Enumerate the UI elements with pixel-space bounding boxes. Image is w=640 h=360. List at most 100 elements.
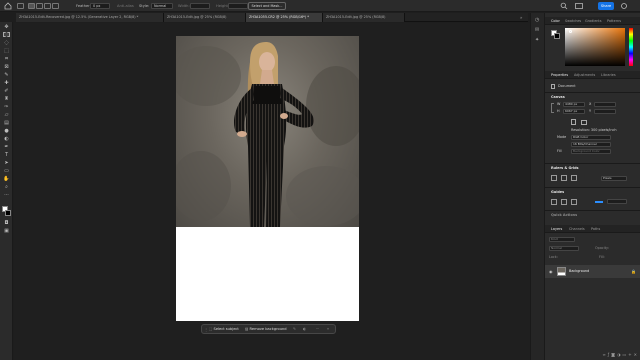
landscape-orientation-icon[interactable] — [581, 120, 587, 125]
delete-layer-icon[interactable]: ✕ — [634, 352, 639, 357]
rulers-grids-heading[interactable]: Rulers & Grids — [551, 166, 579, 171]
color-mode-select[interactable]: RGB Color — [571, 135, 611, 140]
canvas-heading[interactable]: Canvas — [551, 95, 565, 100]
pin-icon[interactable]: ⌖ — [327, 326, 329, 333]
grid-icon[interactable] — [561, 175, 567, 181]
tab-paths[interactable]: Paths — [591, 225, 600, 233]
fill-select[interactable]: Background Color — [571, 149, 611, 154]
guide-style-select[interactable] — [607, 199, 627, 204]
feather-field[interactable]: 0 px — [90, 3, 110, 9]
zoom-tool-icon[interactable]: ⌕ — [3, 184, 10, 190]
tab-patterns[interactable]: Patterns — [607, 17, 621, 25]
spot-healing-tool-icon[interactable]: ✚ — [3, 80, 10, 86]
bit-depth-select[interactable]: 16 Bits/Channel — [571, 142, 611, 147]
adjust-icon[interactable]: ◐ — [303, 326, 306, 333]
quick-mask-icon[interactable]: ◘ — [3, 220, 10, 226]
lasso-tool-icon[interactable]: ◌ — [3, 40, 10, 46]
guides-heading[interactable]: Guides — [551, 190, 564, 195]
tab-adjustments[interactable]: Adjustments — [574, 71, 595, 79]
search-icon[interactable] — [560, 2, 568, 10]
more-options-icon[interactable]: ··· — [316, 326, 319, 333]
subtract-selection-icon[interactable] — [44, 3, 51, 9]
blend-mode-select[interactable]: Normal — [549, 246, 579, 251]
ruler-units-select[interactable]: Pixels — [601, 176, 627, 181]
style-select[interactable]: Normal — [151, 3, 173, 9]
eyedropper-tool-icon[interactable]: ✎ — [3, 72, 10, 78]
history-brush-tool-icon[interactable]: ✑ — [3, 104, 10, 110]
color-picker-handle[interactable] — [569, 30, 572, 33]
brush-tool-icon[interactable]: ✐ — [3, 88, 10, 94]
more-tools-icon[interactable]: ··· — [3, 192, 10, 198]
add-selection-icon[interactable] — [36, 3, 43, 9]
tab-layers[interactable]: Layers — [551, 225, 562, 233]
select-subject-button[interactable]: ⬚ Select subject — [209, 326, 239, 333]
anti-alias-checkbox[interactable]: Anti-alias — [117, 3, 134, 9]
guide-color-swatch[interactable] — [595, 201, 603, 203]
marquee-icon[interactable] — [17, 3, 24, 9]
background-color-swatch[interactable] — [5, 210, 11, 216]
eye-icon[interactable]: ◉ — [549, 269, 553, 274]
blur-tool-icon[interactable]: ● — [3, 128, 10, 134]
tab-document-4[interactable]: ZH3A1015-Edit.jpg @ 25% (RGB/8) — [323, 13, 405, 22]
tab-color[interactable]: Color — [551, 17, 560, 25]
eraser-tool-icon[interactable]: ▱ — [3, 112, 10, 118]
tab-gradients[interactable]: Gradients — [585, 17, 602, 25]
hand-tool-icon[interactable]: ✋ — [3, 176, 10, 182]
learn-panel-icon[interactable]: ✦ — [535, 37, 541, 43]
document-canvas[interactable] — [176, 36, 359, 321]
new-selection-icon[interactable] — [28, 3, 35, 9]
tab-channels[interactable]: Channels — [569, 225, 585, 233]
height-field[interactable] — [228, 3, 248, 9]
pen-tool-icon[interactable]: ✒ — [3, 144, 10, 150]
pixel-grid-icon[interactable] — [571, 175, 577, 181]
move-tool-icon[interactable]: ✥ — [3, 24, 10, 30]
tab-document-3-active[interactable]: ZH3A1055.CR2 @ 25% (RGB/16*) * — [246, 13, 323, 22]
dodge-tool-icon[interactable]: ◐ — [3, 136, 10, 142]
object-select-tool-icon[interactable]: ⬚ — [3, 48, 10, 54]
layer-kind-filter[interactable]: Kind — [549, 237, 575, 242]
rectangle-tool-icon[interactable]: ▭ — [3, 168, 10, 174]
remove-background-button[interactable]: ▨ Remove background — [245, 326, 287, 333]
marquee-tool-icon[interactable] — [3, 32, 10, 37]
tab-overflow-icon[interactable]: » — [520, 15, 526, 20]
guides-visibility-icon[interactable] — [551, 199, 557, 205]
lock-guides-icon[interactable] — [561, 199, 567, 205]
screen-mode-icon[interactable]: ▣ — [3, 228, 10, 234]
tab-properties[interactable]: Properties — [551, 71, 568, 79]
share-button[interactable]: Share — [598, 2, 614, 10]
portrait-orientation-icon[interactable] — [571, 119, 576, 125]
gradient-tool-icon[interactable]: ▤ — [3, 120, 10, 126]
width-field[interactable] — [190, 3, 210, 9]
select-and-mask-button[interactable]: Select and Mask... — [248, 2, 286, 10]
layer-row-background[interactable]: ◉ Background 🔒 — [545, 265, 640, 278]
bg-color-swatch[interactable] — [554, 33, 560, 39]
generative-fill-icon[interactable]: ✎ — [293, 326, 296, 333]
canvas-height-field[interactable]: 6967 px — [563, 109, 585, 114]
hue-slider[interactable] — [629, 28, 633, 66]
canvas-x-field[interactable] — [594, 102, 616, 107]
link-dimensions-icon[interactable] — [551, 103, 554, 113]
layer-name[interactable]: Background — [569, 269, 589, 274]
ruler-icon[interactable] — [551, 175, 557, 181]
tab-swatches[interactable]: Swatches — [565, 17, 581, 25]
new-guide-icon[interactable] — [571, 199, 577, 205]
frame-tool-icon[interactable]: ⊠ — [3, 64, 10, 70]
drag-handle-icon[interactable]: ⋮ — [204, 327, 208, 332]
lock-icon[interactable]: 🔒 — [631, 269, 636, 274]
workspace-icon[interactable] — [575, 3, 583, 9]
quick-actions-heading[interactable]: Quick Actions — [551, 213, 577, 218]
tab-document-2[interactable]: ZH3A1015-Edit.jpg @ 25% (RGB/8) — [164, 13, 246, 22]
color-picker-field[interactable] — [565, 28, 625, 66]
clone-stamp-tool-icon[interactable]: ♜ — [3, 96, 10, 102]
path-select-tool-icon[interactable]: ➤ — [3, 160, 10, 166]
discover-icon[interactable] — [620, 2, 628, 10]
canvas-y-field[interactable] — [594, 109, 616, 114]
type-tool-icon[interactable]: T — [3, 152, 10, 158]
tab-libraries[interactable]: Libraries — [601, 71, 616, 79]
home-icon[interactable] — [4, 2, 12, 10]
tab-document-1[interactable]: ZH3A1015-Edit-Recovered.jpg @ 12.5% (Gen… — [16, 13, 164, 22]
history-panel-icon[interactable]: ◷ — [535, 17, 541, 23]
canvas-width-field[interactable]: 4480 px — [563, 102, 585, 107]
comments-panel-icon[interactable]: ✉ — [535, 27, 541, 33]
crop-tool-icon[interactable]: ⌗ — [3, 56, 10, 62]
